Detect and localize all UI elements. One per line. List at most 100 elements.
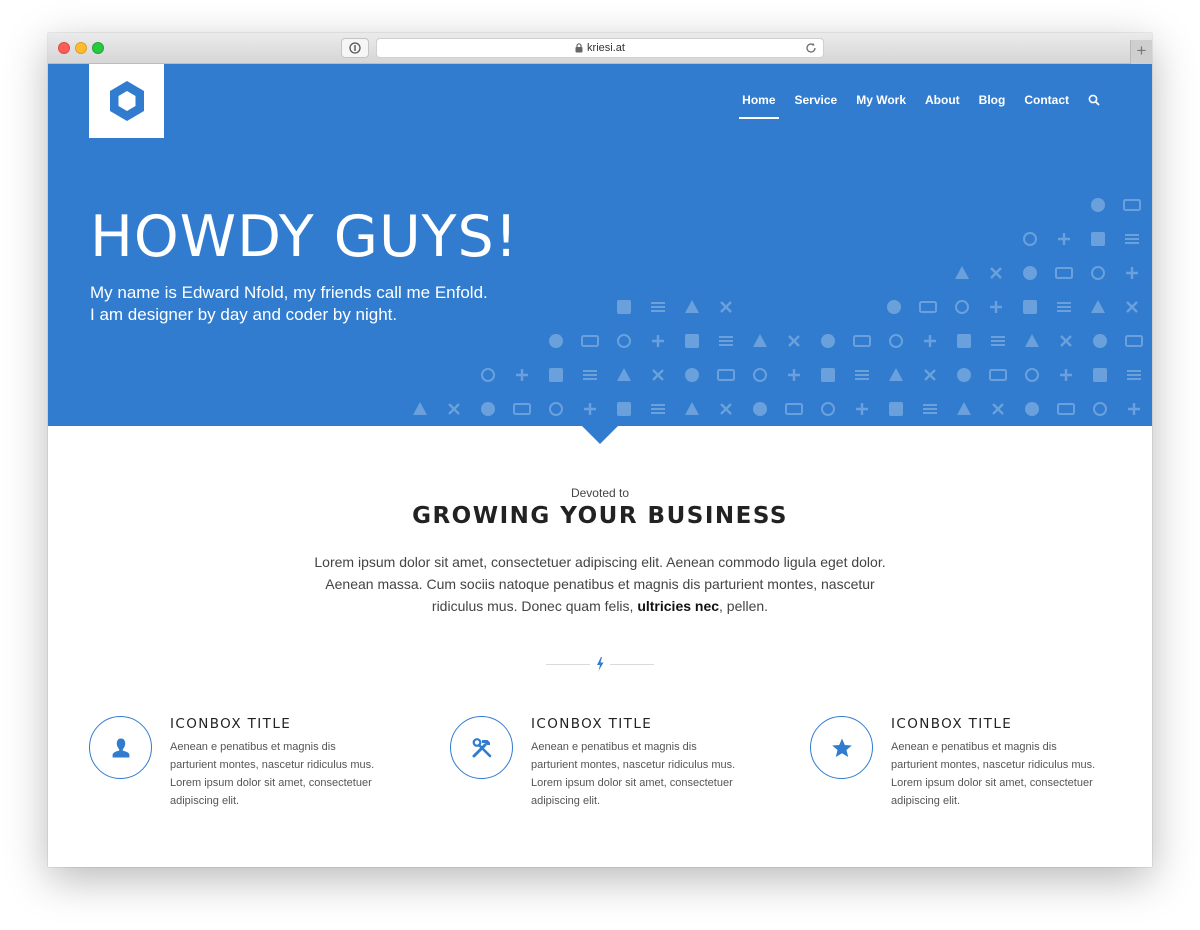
decorative-pattern-icon <box>788 335 800 347</box>
decorative-pattern-icon <box>685 402 699 415</box>
section-intro: Lorem ipsum dolor sit amet, consectetuer… <box>300 551 900 617</box>
decorative-pattern-icon <box>685 368 699 382</box>
nav-item-contact[interactable]: Contact <box>1024 93 1069 107</box>
decorative-pattern-icon <box>1093 402 1107 416</box>
intro-tail-text: , pellen. <box>719 598 769 614</box>
hero-subtitle-line-2: I am designer by day and coder by night. <box>90 305 398 324</box>
decorative-pattern-icon <box>1091 300 1105 313</box>
nav-item-about[interactable]: About <box>925 93 960 107</box>
decorative-pattern-icon <box>1057 403 1075 415</box>
decorative-pattern-icon <box>990 301 1002 313</box>
iconbox: ICONBOX TITLE Aenean e penatibus et magn… <box>450 716 760 826</box>
decorative-pattern-icon <box>617 368 631 381</box>
nav-item-home[interactable]: Home <box>739 93 779 119</box>
iconbox-icon-circle <box>810 716 873 779</box>
search-icon <box>1088 94 1100 106</box>
decorative-pattern-icon <box>924 369 936 381</box>
decorative-pattern-icon <box>887 300 901 314</box>
section-kicker: Devoted to <box>570 486 630 500</box>
address-bar[interactable]: kriesi.at <box>376 38 824 58</box>
decorative-pattern-icon <box>821 368 835 382</box>
hero-subtitle-line-1: My name is Edward Nfold, my friends call… <box>90 283 488 302</box>
decorative-pattern-icon <box>513 403 531 415</box>
iconbox-title: ICONBOX TITLE <box>170 716 292 732</box>
hero-title: HOWDY GUYS! <box>90 204 519 270</box>
decorative-pattern-icon <box>617 402 631 416</box>
decorative-pattern-icon <box>788 369 800 381</box>
decorative-pattern-icon <box>1126 267 1138 279</box>
decorative-pattern-icon <box>1060 369 1072 381</box>
decorative-pattern-icon <box>990 267 1002 279</box>
decorative-pattern-icon <box>481 402 495 416</box>
decorative-pattern-icon <box>919 301 937 313</box>
iconbox-title: ICONBOX TITLE <box>891 716 1013 732</box>
decorative-pattern-icon <box>583 370 597 380</box>
decorative-pattern-icon <box>957 368 971 382</box>
decorative-pattern-icon <box>581 335 599 347</box>
decorative-pattern-icon <box>889 334 903 348</box>
decorative-pattern-icon <box>1055 267 1073 279</box>
nav-item-service[interactable]: Service <box>795 93 838 107</box>
decorative-pattern-icon <box>448 403 460 415</box>
iconbox-title: ICONBOX TITLE <box>531 716 653 732</box>
hexagon-logo-icon <box>109 81 144 121</box>
decorative-pattern-icon <box>923 404 937 414</box>
iconbox: ICONBOX TITLE Aenean e penatibus et magn… <box>89 716 399 826</box>
nav-item-my-work[interactable]: My Work <box>856 93 906 107</box>
iconbox-text: Aenean e penatibus et magnis dis parturi… <box>170 741 375 807</box>
decorative-pattern-icon <box>957 402 971 415</box>
hero-subtitle: My name is Edward Nfold, my friends call… <box>90 282 488 326</box>
decorative-pattern-icon <box>957 334 971 348</box>
iconbox-icon-circle <box>89 716 152 779</box>
new-tab-button[interactable]: + <box>1130 40 1152 64</box>
password-manager-icon <box>349 42 361 54</box>
decorative-pattern-icon <box>1058 233 1070 245</box>
decorative-pattern-icon <box>651 302 665 312</box>
close-window-button[interactable] <box>58 42 70 54</box>
site-logo[interactable] <box>89 64 164 138</box>
decorative-pattern-icon <box>584 403 596 415</box>
decorative-pattern-icon <box>685 334 699 348</box>
zoom-window-button[interactable] <box>92 42 104 54</box>
decorative-pattern-icon <box>617 300 631 314</box>
password-manager-button[interactable] <box>341 38 369 58</box>
decorative-pattern-icon <box>1123 199 1141 211</box>
decorative-pattern-icon <box>516 369 528 381</box>
decorative-pattern-icon <box>1057 302 1071 312</box>
decorative-pattern-icon <box>1093 368 1107 382</box>
browser-titlebar: kriesi.at + <box>48 33 1152 64</box>
decorative-pattern-icon <box>889 368 903 381</box>
lock-icon <box>575 43 583 53</box>
decorative-pattern-icon <box>955 266 969 279</box>
decorative-pattern-icon <box>720 403 732 415</box>
decorative-pattern-icon <box>1023 266 1037 280</box>
decorative-pattern-icon <box>413 402 427 415</box>
iconbox: ICONBOX TITLE Aenean e penatibus et magn… <box>810 716 1120 826</box>
minimize-window-button[interactable] <box>75 42 87 54</box>
decorative-pattern-icon <box>853 335 871 347</box>
search-button[interactable] <box>1088 94 1100 106</box>
decorative-pattern-icon <box>989 369 1007 381</box>
reload-icon[interactable] <box>805 42 817 54</box>
decorative-pattern-icon <box>1091 198 1105 212</box>
decorative-pattern-icon <box>651 404 665 414</box>
decorative-pattern-icon <box>652 335 664 347</box>
decorative-pattern-icon <box>991 336 1005 346</box>
decorative-pattern-icon <box>821 402 835 416</box>
intro-text: Lorem ipsum dolor sit amet, consectetuer… <box>314 554 886 614</box>
decorative-pattern-icon <box>720 301 732 313</box>
decorative-pattern-icon <box>821 334 835 348</box>
iconbox-icon-circle <box>450 716 513 779</box>
decorative-pattern-icon <box>549 334 563 348</box>
decorative-pattern-icon <box>685 300 699 313</box>
nav-item-blog[interactable]: Blog <box>979 93 1006 107</box>
user-icon <box>112 738 129 757</box>
decorative-pattern-icon <box>924 335 936 347</box>
hero-section: Home Service My Work About Blog Contact … <box>48 64 1152 426</box>
decorative-pattern-icon <box>753 402 767 416</box>
decorative-pattern-icon <box>856 403 868 415</box>
decorative-pattern-icon <box>855 370 869 380</box>
iconbox-text: Aenean e penatibus et magnis dis parturi… <box>531 741 736 807</box>
lightning-bolt-icon <box>597 657 604 671</box>
iconbox-text: Aenean e penatibus et magnis dis parturi… <box>891 741 1096 807</box>
